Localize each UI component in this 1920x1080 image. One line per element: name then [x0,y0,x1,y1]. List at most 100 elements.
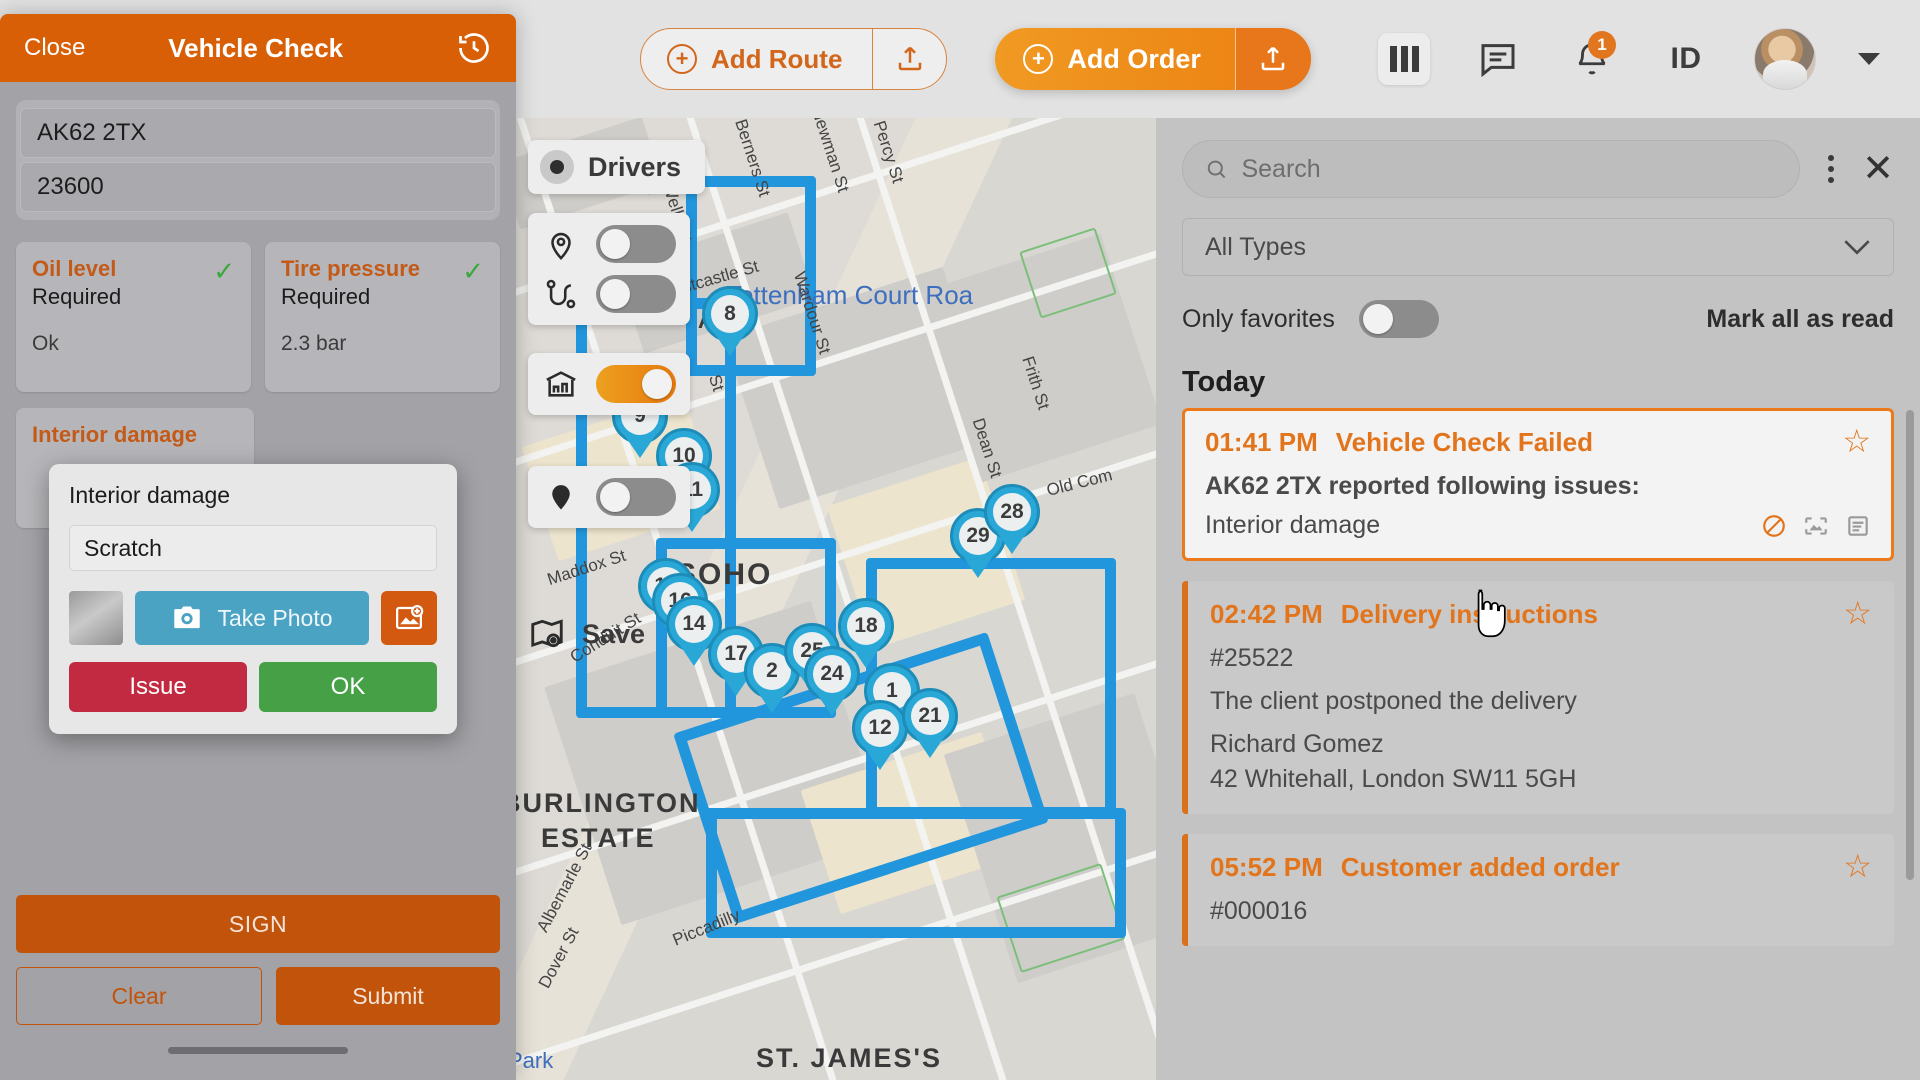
map-pin[interactable]: 18 [838,598,894,668]
columns-view-button[interactable] [1378,33,1430,85]
check-required: Required [281,284,371,309]
mark-all-as-read-button[interactable]: Mark all as read [1706,305,1894,334]
image-icon [1805,516,1827,535]
close-icon[interactable]: ✕ [1862,150,1894,188]
layer-toggle-locations[interactable] [596,478,676,516]
toolbar-icon-group: 1 ID [1378,28,1920,90]
add-order-main[interactable]: + Add Order [995,28,1235,90]
map-layer-row-warehouse[interactable] [542,359,676,409]
block-icon [1763,514,1785,537]
map-pin-label: 8 [711,295,749,333]
map-pin[interactable]: 12 [852,700,908,770]
notification-line: The client postponed the delivery [1210,687,1577,715]
import-order-button[interactable] [1234,28,1311,90]
plate-field[interactable]: AK62 2TX [20,108,496,158]
sign-button[interactable]: SIGN [16,895,500,953]
map-pin[interactable]: 28 [984,484,1040,554]
camera-icon [174,606,201,629]
history-icon[interactable] [456,30,492,66]
star-outline-icon[interactable]: ☆ [1842,425,1871,457]
check-card-tire-pressure[interactable]: Tire pressure Required 2.3 bar ✓ [265,242,500,392]
check-title: Oil level [32,256,117,281]
check-icon: ✓ [462,256,484,286]
upload-icon [898,46,922,71]
check-required: Required [32,284,122,309]
photo-thumbnail[interactable] [69,591,123,645]
add-photo-button[interactable] [381,591,437,645]
star-outline-icon[interactable]: ☆ [1843,850,1872,882]
notifications-list[interactable]: 01:41 PM Vehicle Check Failed ☆ AK62 2TX… [1156,408,1920,1080]
check-card-oil-level[interactable]: Oil level Required Ok ✓ [16,242,251,392]
search-box[interactable] [1182,140,1801,198]
notification-card-customer-added-order[interactable]: 05:52 PM Customer added order ☆ #000016 [1182,834,1894,946]
map-layer-row-pins[interactable] [542,219,676,269]
map-pin-label: 12 [861,709,899,747]
layer-toggle-pins[interactable] [596,225,676,263]
check-title: Interior damage [32,422,198,447]
more-options-icon[interactable] [1822,155,1840,183]
chevron-down-icon [1844,240,1870,255]
notifications-scrollbar[interactable] [1906,410,1914,880]
notification-card-delivery-instructions[interactable]: 02:42 PM Delivery instructions ☆ #25522 … [1182,581,1894,814]
only-favorites-toggle[interactable] [1358,300,1439,338]
notification-header-row: 05:52 PM Customer added order ☆ [1210,850,1872,883]
odometer-field[interactable]: 23600 [20,162,496,212]
map-pin[interactable]: 21 [902,688,958,758]
notification-line: Richard Gomez [1210,730,1384,758]
submit-button[interactable]: Submit [276,967,500,1025]
type-filter-value: All Types [1205,232,1306,261]
notifications-group-title: Today [1182,366,1266,398]
route-path-icon [542,275,580,313]
messages-button[interactable] [1472,33,1524,85]
map-layer-row-locations[interactable] [542,472,676,522]
add-order-button[interactable]: + Add Order [995,28,1311,90]
issue-button[interactable]: Issue [69,662,247,712]
layer-toggle-warehouse[interactable] [596,365,676,403]
vehicle-check-panel: Close Vehicle Check AK62 2TX 23600 Oil l… [0,14,516,1080]
import-route-button[interactable] [872,29,946,89]
map-layer-group-2 [528,353,690,415]
notifications-button[interactable]: 1 [1566,31,1618,85]
notification-card-vehicle-check[interactable]: 01:41 PM Vehicle Check Failed ☆ AK62 2TX… [1182,408,1894,561]
notification-line: 42 Whitehall, London SW11 5GH [1210,765,1577,793]
check-value: Ok [32,332,59,355]
add-route-label: Add Route [711,43,843,74]
search-input[interactable] [1241,154,1778,184]
map-label: BURLINGTON [516,788,701,818]
id-button[interactable]: ID [1660,33,1712,85]
ok-button[interactable]: OK [259,662,437,712]
take-photo-button[interactable]: Take Photo [135,591,369,645]
footer-button-row: Clear Submit [16,967,500,1025]
add-route-main[interactable]: + Add Route [641,29,872,89]
interior-damage-dialog: Interior damage Scratch Take Photo Issue… [49,464,457,734]
vehicle-fields-card: AK62 2TX 23600 [16,100,500,220]
drivers-toggle-control[interactable]: Drivers [528,140,706,194]
dialog-text-input[interactable]: Scratch [69,525,437,571]
notification-title: Vehicle Check Failed [1335,427,1593,457]
chevron-down-icon[interactable] [1858,53,1880,65]
map-label: ESTATE [541,823,656,853]
dialog-title: Interior damage [69,482,231,508]
notifications-header: ✕ All Types Only favorites Mark all as r… [1156,118,1920,338]
note-icon [1848,515,1868,536]
type-filter-select[interactable]: All Types [1182,218,1894,276]
add-route-button[interactable]: + Add Route [640,28,948,90]
star-outline-icon[interactable]: ☆ [1843,597,1872,629]
map-canvas[interactable]: Tottenham Court Roa A40 A5204 SOHO BURLI… [516,118,1156,1080]
notification-footer-text: Interior damage [1205,511,1381,539]
clear-button[interactable]: Clear [16,967,262,1025]
columns-icon [1389,46,1419,72]
map-save-control[interactable]: Save [528,615,645,653]
vehicle-check-header: Close Vehicle Check [0,14,516,82]
notification-title: Customer added order [1340,852,1620,882]
dialog-photo-row: Take Photo [69,591,437,645]
avatar[interactable] [1754,28,1816,90]
check-value: 2.3 bar [281,332,347,355]
notification-title: Delivery instructions [1340,599,1598,629]
map-layer-row-route[interactable] [542,269,676,319]
map-label: Tottenham Court Roa [726,280,974,310]
map-pin-label: 18 [847,607,885,645]
notifications-panel: ✕ All Types Only favorites Mark all as r… [1156,118,1920,1080]
layer-toggle-route[interactable] [596,275,676,313]
map-pin[interactable]: 8 [702,286,758,356]
